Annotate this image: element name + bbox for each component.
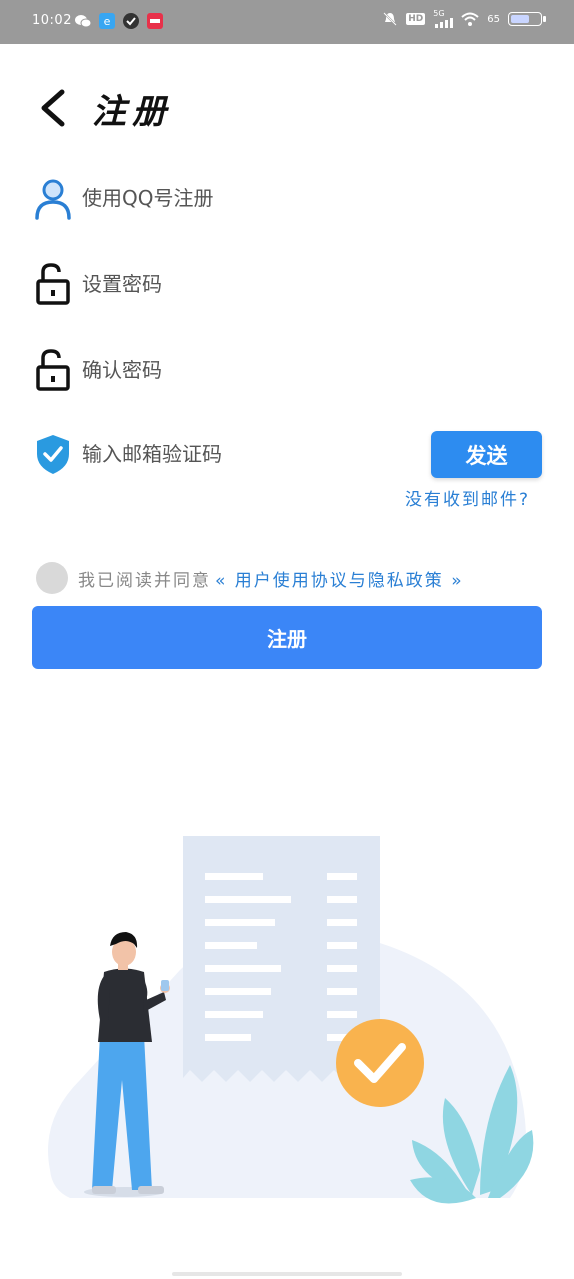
unlock-icon [34,262,72,306]
password-input[interactable] [82,272,382,296]
agree-radio[interactable] [36,562,68,594]
agree-text: 我已阅读并同意 [78,570,211,591]
status-right: HD 5G 65 [382,9,546,28]
send-code-button[interactable]: 发送 [431,431,542,478]
unlock-icon [34,348,72,392]
qq-input[interactable] [82,186,382,210]
agreement-link[interactable]: « 用户使用协议与隐私政策 » [215,566,464,591]
wifi-icon [461,12,479,26]
home-indicator [172,1272,402,1276]
status-time: 10:02 [32,13,72,28]
user-icon [34,176,72,220]
confirm-password-input[interactable] [82,358,382,382]
agreement-row: 我已阅读并同意 « 用户使用协议与隐私政策 » [36,562,464,594]
register-button[interactable]: 注册 [32,606,542,669]
not-received-link[interactable]: 没有收到邮件? [405,485,530,510]
email-code-field-row [34,432,434,476]
page-title: 注册 [92,92,172,132]
news-app-icon [147,13,163,29]
wechat-icon [75,15,92,28]
check-app-icon [123,13,139,29]
battery-fill [511,15,529,23]
hd-badge: HD [406,13,426,25]
svg-text:e: e [104,15,111,28]
signal-icon [435,18,454,28]
password-field-row [34,262,542,306]
confirm-password-field-row [34,348,542,392]
shield-check-icon [34,432,72,476]
email-code-input[interactable] [82,442,382,466]
status-bar: 10:02 e HD 5G 65 [0,0,574,44]
battery-percent: 65 [487,13,500,25]
chevron-left-icon[interactable] [36,86,72,130]
battery-icon [508,12,546,26]
browser-app-icon: e [99,13,115,29]
qq-field-row [34,176,542,220]
signal-indicator: 5G [433,9,454,28]
receipt-illustration [48,836,534,1204]
network-type: 5G [433,9,445,18]
mute-bell-icon [383,12,397,26]
